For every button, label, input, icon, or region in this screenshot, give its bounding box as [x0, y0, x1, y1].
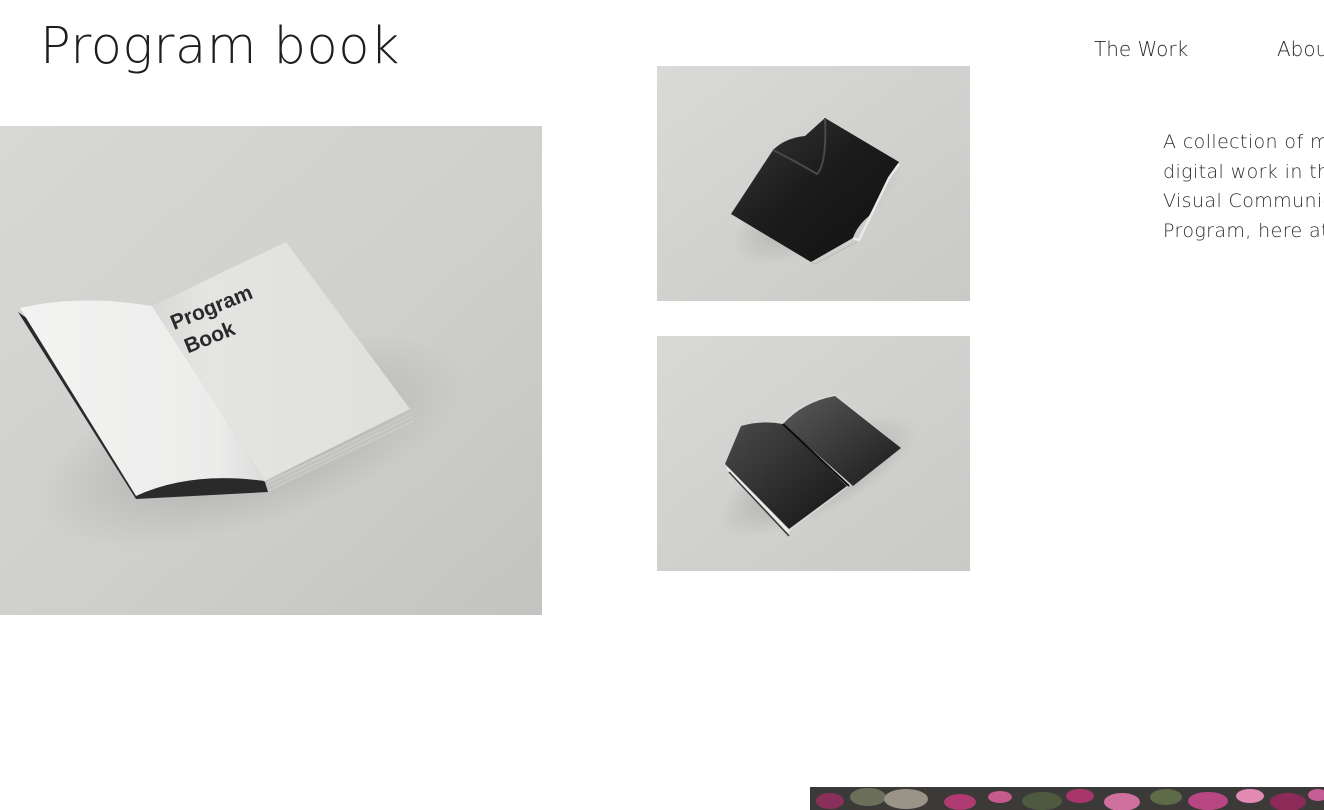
black-booklet-open-photo[interactable] [657, 336, 970, 571]
nav-link-about[interactable]: About [1277, 36, 1324, 62]
nav-link-the-work[interactable]: The Work [1094, 36, 1188, 62]
black-booklet-curled-photo[interactable] [657, 66, 970, 301]
intro-line: Program, here at [1163, 219, 1324, 242]
program-book-open-image: Program Book [0, 126, 542, 615]
site-title[interactable]: Program book [40, 16, 400, 78]
flowers-image [810, 787, 1324, 810]
program-book-open-photo[interactable]: Program Book [0, 126, 542, 615]
intro-line: digital work in the [1163, 160, 1324, 183]
intro-line: Visual Communication [1163, 190, 1324, 212]
black-booklet-curled-image [657, 66, 970, 301]
black-booklet-open-image [657, 336, 970, 571]
flowers-photo[interactable] [810, 787, 1324, 810]
intro-text: A collection of my digital work in the V… [1163, 128, 1324, 248]
intro-line: A collection of my [1163, 131, 1324, 153]
